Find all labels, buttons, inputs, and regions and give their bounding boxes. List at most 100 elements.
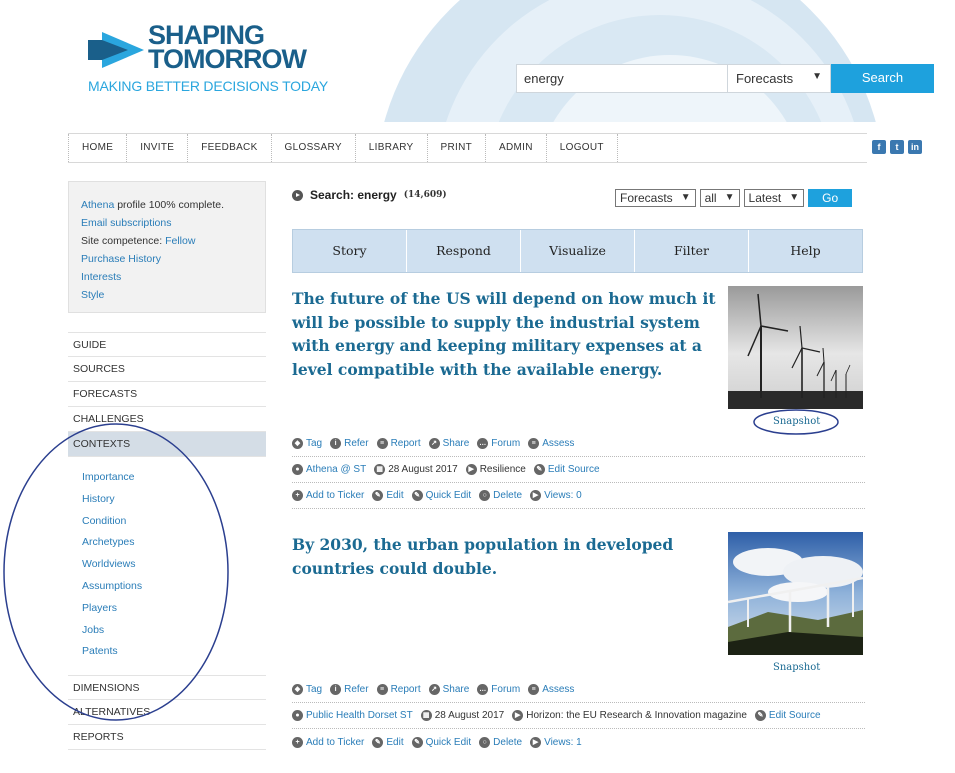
snapshot-link[interactable]: Snapshot [773,662,820,673]
menu-challenges[interactable]: CHALLENGES [68,407,266,432]
article-thumbnail-viaduct[interactable] [728,532,863,655]
purchase-history-link[interactable]: Purchase History [81,250,253,268]
email-subscriptions-link[interactable]: Email subscriptions [81,214,253,232]
edit-source-action[interactable]: ✎ Edit Source [754,710,821,721]
tag-icon: ◆ [292,438,303,449]
logo-arrow-icon [88,32,144,68]
article-actions-row: ◆ Tag i Refer ≡ Report ↗ Share … Forum ≡ Asses… [292,677,865,703]
submenu-worldviews[interactable]: Worldviews [82,554,266,576]
chevron-down-icon: ▼ [724,192,735,203]
delete-label: Delete [493,490,523,501]
nav-logout[interactable]: LOGOUT [545,134,618,162]
nav-feedback[interactable]: FEEDBACK [187,134,270,162]
logo-word-tomorrow: TOMORROW [148,44,307,74]
tab-help[interactable]: Help [749,230,862,272]
menu-guide[interactable]: GUIDE [68,332,266,357]
assess-action[interactable]: ≡ Assess [528,438,574,449]
forum-action[interactable]: … Forum [477,684,520,695]
nav-print[interactable]: PRINT [426,134,486,162]
submenu-assumptions[interactable]: Assumptions [82,576,266,598]
delete-action[interactable]: ○ Delete [479,736,522,748]
submenu-importance[interactable]: Importance [82,467,266,489]
article-title[interactable]: By 2030, the urban population in develop… [292,533,722,580]
twitter-icon[interactable]: t [890,140,904,154]
filter-type-value: Forecasts [620,191,673,205]
assess-action[interactable]: ≡ Assess [528,684,574,695]
pencil-icon: ✎ [754,710,766,721]
tab-visualize[interactable]: Visualize [521,230,635,272]
go-button[interactable]: Go [808,189,853,207]
filter-type-select[interactable]: Forecasts ▼ [615,189,696,207]
forum-action[interactable]: … Forum [477,438,520,449]
submenu-condition[interactable]: Condition [82,511,266,533]
share-action[interactable]: ↗ Share [428,438,470,449]
source-link[interactable]: ▶ Resilience [465,464,526,475]
menu-dimensions[interactable]: DIMENSIONS [68,675,266,701]
profile-user-link[interactable]: Athena [81,199,114,211]
linkedin-icon[interactable]: in [908,140,922,154]
report-action[interactable]: ≡ Report [376,438,421,449]
nav-home[interactable]: HOME [68,134,126,162]
play-icon [292,189,303,201]
forum-label: Forum [491,438,521,449]
tag-action[interactable]: ◆ Tag [292,684,322,695]
menu-reports[interactable]: REPORTS [68,725,266,751]
calendar-icon: ▦ [374,464,386,475]
filter-scope-select[interactable]: all ▼ [699,189,740,207]
facebook-icon[interactable]: f [872,140,886,154]
plus-icon: + [292,490,303,501]
nav-invite[interactable]: INVITE [126,134,187,162]
share-label: Share [442,438,470,449]
tab-filter[interactable]: Filter [635,230,749,272]
nav-glossary[interactable]: GLOSSARY [270,134,355,162]
nav-admin[interactable]: ADMIN [485,134,546,162]
edit-action[interactable]: ✎ Edit [372,490,404,501]
article-thumbnail-wind-turbines[interactable] [728,286,863,409]
share-action[interactable]: ↗ Share [428,684,469,695]
refer-action[interactable]: i Refer [330,684,369,695]
article-title[interactable]: The future of the US will depend on how … [292,287,722,381]
author-link[interactable]: ● Athena @ ST [292,464,366,475]
submenu-players[interactable]: Players [82,598,266,620]
submenu-history[interactable]: History [82,489,266,511]
delete-action[interactable]: ○ Delete [479,490,522,501]
contexts-submenu: Importance History Condition Archetypes … [68,457,266,675]
menu-contexts[interactable]: CONTEXTS [68,432,266,457]
interests-link[interactable]: Interests [81,268,253,286]
pencil-icon: ✎ [372,490,384,501]
submenu-jobs[interactable]: Jobs [82,620,266,642]
style-link[interactable]: Style [81,286,253,304]
add-ticker-action[interactable]: + Add to Ticker [292,736,364,748]
calendar-icon: ▦ [420,710,432,721]
tab-respond[interactable]: Respond [407,230,521,272]
info-icon: i [330,684,342,695]
add-ticker-action[interactable]: + Add to Ticker [292,490,364,501]
quick-edit-action[interactable]: ✎ Quick Edit [411,736,471,748]
site-logo[interactable]: SHAPING TOMORROW MAKING BETTER DECISIONS… [88,22,338,102]
source-link[interactable]: ▶ Horizon: the EU Research & Innovation m… [512,710,747,721]
competence-value-link[interactable]: Fellow [165,235,195,247]
author-link[interactable]: ● Public Health Dorset ST [292,710,413,721]
edit-action[interactable]: ✎ Edit [372,736,404,748]
profile-status: Athena profile 100% complete. [81,196,253,214]
refer-action[interactable]: i Refer [330,438,369,449]
submenu-archetypes[interactable]: Archetypes [82,532,266,554]
submenu-patents[interactable]: Patents [82,641,266,663]
menu-sources[interactable]: SOURCES [68,357,266,382]
tag-action[interactable]: ◆ Tag [292,438,322,449]
forum-label: Forum [491,684,521,695]
chevron-down-icon: ▼ [789,192,800,203]
menu-alternatives[interactable]: ALTERNATIVES [68,700,266,726]
report-action[interactable]: ≡ Report [376,684,421,695]
tab-story[interactable]: Story [293,230,407,272]
quick-edit-action[interactable]: ✎ Quick Edit [411,490,471,501]
pencil-icon: ✎ [372,736,384,748]
search-button[interactable]: Search [831,64,934,93]
views-label: Views: 1 [544,736,582,748]
edit-source-action[interactable]: ✎ Edit Source [533,464,600,475]
search-category-select[interactable]: Forecasts ▼ [727,64,831,93]
nav-library[interactable]: LIBRARY [354,134,427,162]
search-input[interactable]: energy [516,64,728,93]
menu-forecasts[interactable]: FORECASTS [68,382,266,407]
filter-sort-select[interactable]: Latest ▼ [743,189,805,207]
